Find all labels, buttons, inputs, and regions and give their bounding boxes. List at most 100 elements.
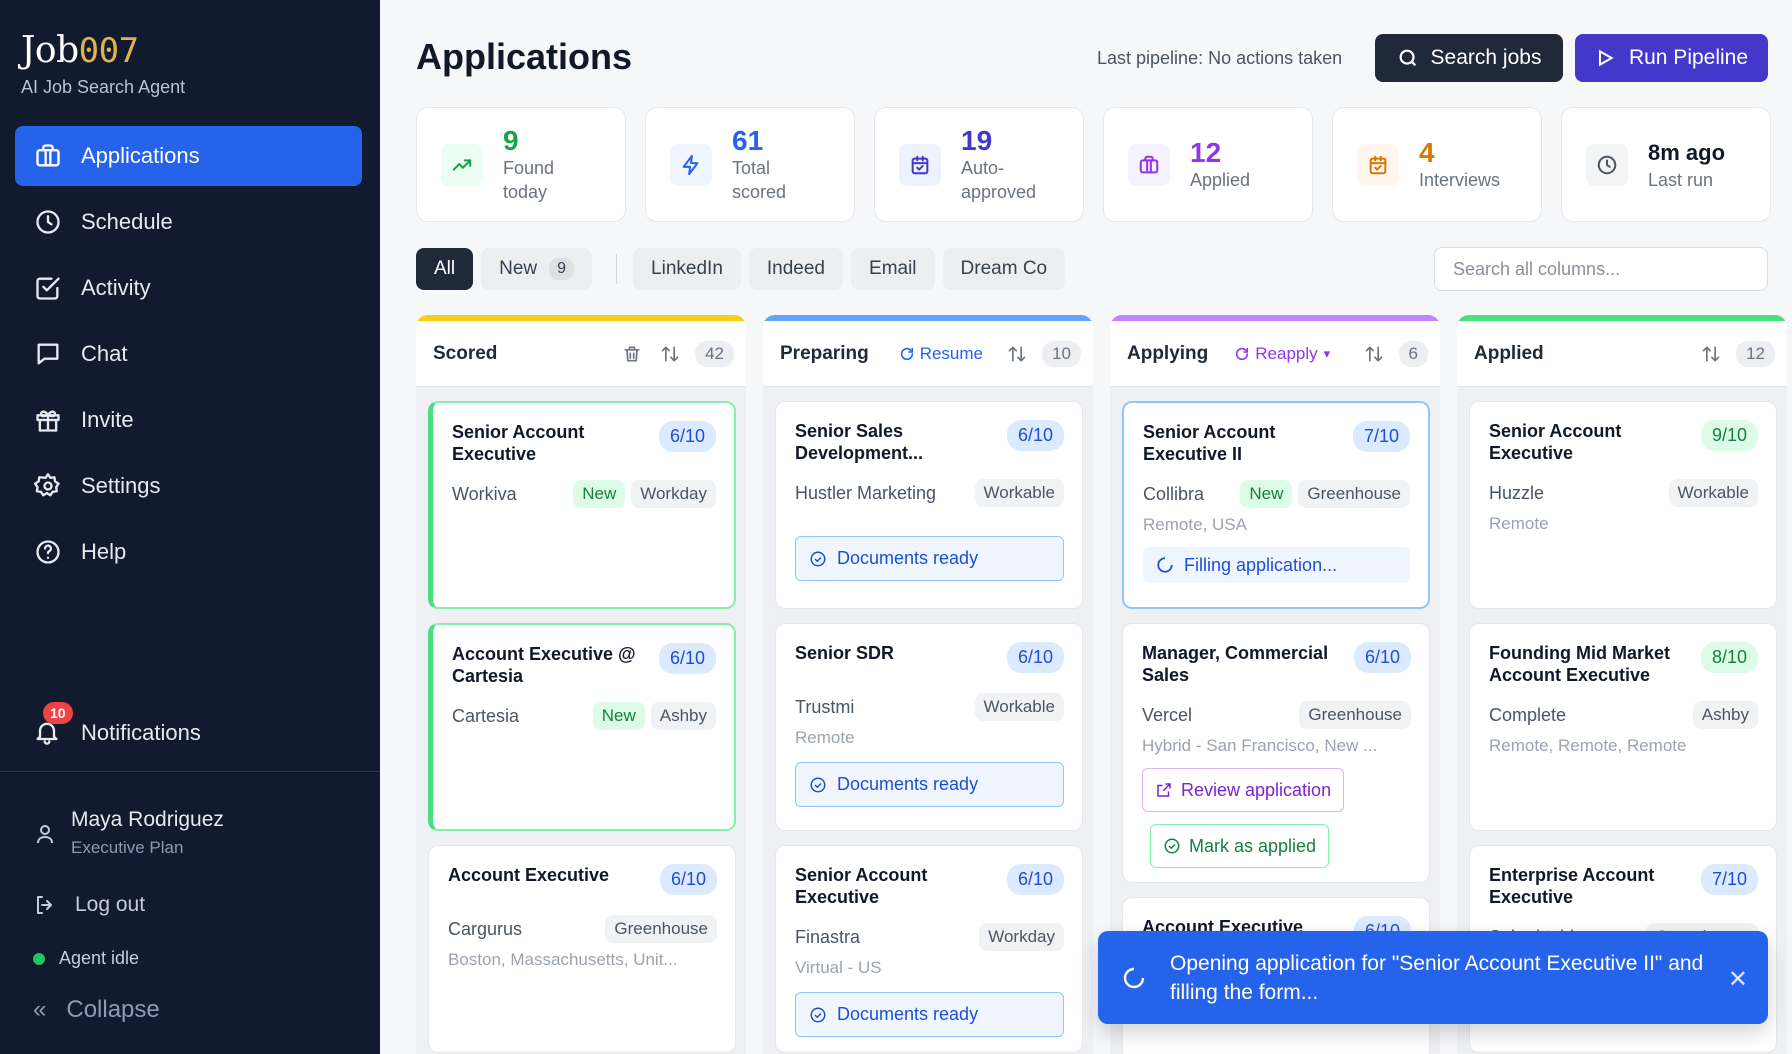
briefcase-icon [33,141,63,171]
sidebar-item-chat[interactable]: Chat [15,324,362,384]
close-icon[interactable]: ✕ [1728,965,1748,994]
column-scored: Scored 42 Senior Account Executive 6/10 … [416,315,746,1054]
filter-dream-co[interactable]: Dream Co [942,248,1066,290]
reapply-dropdown[interactable]: Reapply ▾ [1234,344,1330,364]
job-card[interactable]: Senior Account Executive 9/10 Huzzle Work… [1469,401,1777,609]
stat-interviews: 4 Interviews [1332,107,1542,222]
agent-status-label: Agent idle [59,948,140,968]
stat-auto-approved: 19 Auto-approved [874,107,1084,222]
run-pipeline-button[interactable]: Run Pipeline [1575,34,1768,82]
play-icon [1598,49,1614,67]
filter-new[interactable]: New 9 [481,248,593,290]
filter-email[interactable]: Email [851,248,935,290]
help-icon [33,537,63,567]
user-icon [37,825,53,844]
job-card[interactable]: Founding Mid Market Account Executive 8/… [1469,623,1777,831]
briefcase-icon [1128,143,1170,186]
column-count: 42 [695,340,734,367]
sidebar-item-label: Activity [81,275,151,300]
search-all-columns-input[interactable] [1434,247,1768,291]
job-card[interactable]: Senior SDR 6/10 Trustmi Workable Remote D… [775,623,1083,831]
search-jobs-button[interactable]: Search jobs [1375,34,1563,82]
mark-as-applied-button[interactable]: Mark as applied [1150,824,1330,868]
filter-indeed[interactable]: Indeed [748,248,844,290]
documents-ready-status: Documents ready [795,536,1064,581]
score-badge: 6/10 [1006,420,1064,451]
job-title: Founding Mid Market Account Executive [1489,643,1670,685]
sidebar-item-label: Chat [81,341,128,366]
logout-button[interactable]: Log out [33,893,145,917]
job-card[interactable]: Senior Sales Development... 6/10 Hustler… [775,401,1083,609]
sidebar-item-activity[interactable]: Activity [15,258,362,318]
sort-icon[interactable] [1700,343,1722,365]
refresh-icon [900,347,913,360]
company-name: Cartesia [452,705,520,726]
sidebar-item-help[interactable]: Help [15,522,362,582]
last-pipeline-status: Last pipeline: No actions taken [1097,48,1343,68]
job-card[interactable]: Account Executive 6/10 Cargurus Greenhous… [428,845,736,1053]
spinner-icon [1122,966,1146,990]
company-name: Finastra [795,926,861,947]
search-icon [1399,49,1416,67]
sidebar-item-label: Invite [81,407,134,432]
brand-logo: Job007 [21,30,139,71]
gear-icon [33,471,63,501]
score-badge: 6/10 [659,864,717,895]
review-application-button[interactable]: Review application [1142,768,1345,812]
column-count: 6 [1398,340,1428,367]
calendar-check-icon [899,143,941,186]
job-card[interactable]: Account Executive @ Cartesia 6/10 Cartes… [428,623,736,831]
sort-icon[interactable] [659,343,681,365]
job-title: Senior Account Executive [795,865,928,907]
source-badge: Workable [974,693,1064,721]
sort-icon[interactable] [1363,343,1385,365]
stat-applied: 12 Applied [1103,107,1313,222]
score-badge: 6/10 [658,421,716,452]
external-link-icon [1157,783,1171,797]
sidebar-item-notifications[interactable]: 10 Notifications [33,702,201,748]
filter-count-badge: 9 [549,258,575,280]
check-circle-icon [1164,838,1180,854]
check-circle-icon [810,1007,826,1022]
column-count: 12 [1736,340,1775,367]
card-list: Senior Sales Development... 6/10 Hustler… [763,387,1093,1053]
collapse-button[interactable]: « Collapse [33,996,160,1024]
toast-notification: Opening application for "Senior Account … [1098,931,1768,1024]
score-badge: 6/10 [1006,864,1064,895]
documents-ready-status: Documents ready [795,992,1064,1037]
filter-linkedin[interactable]: LinkedIn [633,248,741,290]
gift-icon [33,405,63,435]
stat-label: Total scored [732,157,787,202]
check-circle-icon [810,777,826,792]
job-card[interactable]: Senior Account Executive II 7/10 Collibr… [1122,401,1430,609]
sidebar-item-invite[interactable]: Invite [15,390,362,450]
user-profile[interactable]: Maya Rodriguez Executive Plan [33,808,224,858]
job-location: Virtual - US [795,958,882,977]
filling-application-status: Filling application... [1143,547,1410,583]
sidebar-nav: Applications Schedule Activity Chat Invi… [15,126,362,588]
check-circle-icon [810,551,826,566]
job-location: Remote, Remote, Remote [1489,736,1687,755]
trash-icon[interactable] [621,343,643,365]
column-title: Applied [1474,342,1544,364]
sidebar-item-settings[interactable]: Settings [15,456,362,516]
source-badge: Workable [974,479,1064,507]
sort-icon[interactable] [1006,343,1028,365]
job-title: Manager, Commercial Sales [1142,643,1329,685]
stat-found-today: 9 Found today [416,107,626,222]
job-card[interactable]: Senior Account Executive 6/10 Finastra Wo… [775,845,1083,1053]
sidebar-item-applications[interactable]: Applications [15,126,362,186]
filter-all[interactable]: All [416,248,474,290]
filter-divider [616,254,618,284]
spinner-icon [1157,557,1173,573]
job-card[interactable]: Senior Account Executive 6/10 Workiva New… [428,401,736,609]
company-name: Collibra [1143,483,1205,504]
brand[interactable]: Job007 AI Job Search Agent [21,30,185,98]
resume-button[interactable]: Resume [899,344,983,364]
trend-up-icon [441,143,483,186]
job-card[interactable]: Manager, Commercial Sales 6/10 Vercel Gre… [1122,623,1430,883]
sidebar-item-schedule[interactable]: Schedule [15,192,362,252]
score-badge: 6/10 [1353,642,1411,673]
column-header: Applying Reapply ▾ 6 [1110,321,1440,387]
score-badge: 6/10 [658,643,716,674]
